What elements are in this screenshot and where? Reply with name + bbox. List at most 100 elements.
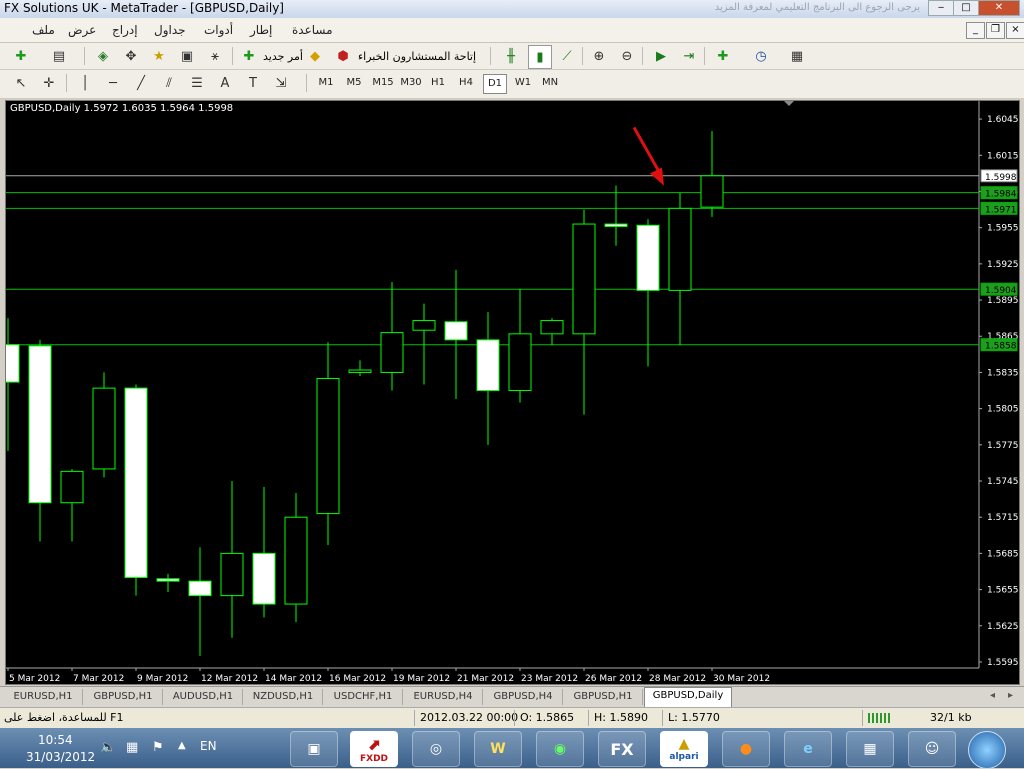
mdi-minimize-button[interactable]: _ [966, 22, 985, 39]
period-h4-button[interactable]: H4 [454, 74, 478, 92]
price-tick-label: 1.5835 [987, 368, 1019, 378]
candlestick-icon[interactable]: ▮ [528, 45, 552, 69]
new-order-icon[interactable]: ✚ [238, 45, 260, 67]
vertical-line-icon[interactable]: │ [74, 72, 96, 94]
period-m30-button[interactable]: M30 [398, 74, 424, 92]
tab-audusd-h1[interactable]: AUDUSD,H1 [164, 689, 243, 705]
start-button[interactable] [968, 731, 1006, 769]
fxdd-logo-icon: ⬈ [367, 734, 381, 754]
fxdd-app-button[interactable]: ⬈ FXDD [350, 731, 398, 767]
auto-scroll-icon[interactable]: ▶ [650, 45, 672, 67]
mdi-restore-button[interactable]: ❐ [986, 22, 1005, 39]
tab-nzdusd-h1[interactable]: NZDUSD,H1 [244, 689, 323, 705]
templates-icon[interactable]: ▦ [786, 45, 808, 67]
strategy-tester-icon[interactable]: ⚹ [204, 45, 226, 67]
users-icon[interactable]: ☺ [908, 731, 956, 767]
periods-icon[interactable]: ◷ [750, 45, 772, 67]
tab-gbpusd-h4[interactable]: GBPUSD,H4 [484, 689, 563, 705]
sync-app-icon[interactable]: ◎ [412, 731, 460, 767]
menu-view[interactable]: عرض [68, 23, 96, 37]
alpari-app-button[interactable]: ▲ alpari [660, 731, 708, 767]
market-watch-icon[interactable]: ◈ [92, 45, 114, 67]
file-explorer-icon[interactable]: ▣ [290, 731, 338, 767]
alpari-label: alpari [669, 752, 699, 762]
menu-bar: ملف عرض إدراج جداول أدوات إطار مساعدة _ … [0, 18, 1024, 43]
show-hidden-icons-icon[interactable]: ▲ [178, 740, 186, 751]
clock-date[interactable]: 31/03/2012 [26, 750, 95, 764]
tab-gbpusd-h1-2[interactable]: GBPUSD,H1 [564, 689, 643, 705]
minimize-button[interactable]: ‒ [928, 0, 954, 16]
fx-app-button[interactable]: FX [598, 731, 646, 767]
price-tick-label: 1.5595 [987, 658, 1019, 668]
price-tick-label: 1.5745 [987, 477, 1019, 487]
period-w1-button[interactable]: W1 [511, 74, 535, 92]
cursor-icon[interactable]: ↖ [10, 72, 32, 94]
menu-file[interactable]: ملف [32, 23, 55, 37]
close-button[interactable]: ✕ [978, 0, 1020, 16]
period-d1-button[interactable]: D1 [483, 74, 507, 94]
warning-icon[interactable]: ◆ [304, 45, 326, 67]
horizontal-line-icon[interactable]: ─ [102, 72, 124, 94]
equidistant-channel-icon[interactable]: ⫽ [158, 72, 180, 94]
arrows-icon[interactable]: ⇲ [270, 72, 292, 94]
price-tick-label: 1.5775 [987, 441, 1019, 451]
tab-eurusd-h4[interactable]: EURUSD,H4 [404, 689, 483, 705]
line-chart-icon[interactable]: ⟋ [556, 45, 578, 67]
period-m1-button[interactable]: M1 [314, 74, 338, 92]
candle-body [28, 345, 52, 504]
internet-explorer-icon[interactable]: e [784, 731, 832, 767]
standard-toolbar: ✚ ▤ ◈ ✥ ★ ▣ ⚹ ✚ أمر جديد ◆ ⬢ إتاحة المست… [0, 43, 1024, 70]
data-window-icon[interactable]: ★ [148, 45, 170, 67]
zoom-in-icon[interactable]: ⊕ [588, 45, 610, 67]
firefox-icon[interactable]: ● [722, 731, 770, 767]
new-chart-icon[interactable]: ✚ [10, 45, 32, 67]
volume-icon[interactable]: 🔈 [100, 740, 116, 755]
mdi-close-button[interactable]: × [1006, 22, 1024, 39]
tab-usdchf-h1[interactable]: USDCHF,H1 [324, 689, 403, 705]
menu-tools[interactable]: أدوات [204, 23, 233, 37]
network-icon[interactable]: ▦ [126, 740, 138, 755]
time-tick-label: 14 Mar 2012 [265, 674, 322, 684]
price-tick-label: 1.6015 [987, 151, 1019, 161]
globe-app-icon[interactable]: ◉ [536, 731, 584, 767]
clock-time[interactable]: 10:54 [38, 733, 73, 747]
zoom-out-icon[interactable]: ⊖ [616, 45, 638, 67]
fibonacci-icon[interactable]: ☰ [186, 72, 208, 94]
period-h1-button[interactable]: H1 [426, 74, 450, 92]
price-tick-label: 1.5805 [987, 405, 1019, 415]
expert-advisors-icon[interactable]: ⬢ [332, 45, 354, 67]
action-center-icon[interactable]: ⚑ [152, 740, 164, 755]
bar-chart-icon[interactable]: ╫ [500, 45, 522, 67]
menu-help[interactable]: مساعدة [292, 23, 333, 37]
period-m5-button[interactable]: M5 [342, 74, 366, 92]
menu-window[interactable]: إطار [250, 23, 272, 37]
period-mn-button[interactable]: MN [538, 74, 562, 92]
tab-eurusd-h1[interactable]: EURUSD,H1 [4, 689, 83, 705]
tab-gbpusd-h1[interactable]: GBPUSD,H1 [84, 689, 163, 705]
wd-app-icon[interactable]: W [474, 731, 522, 767]
text-icon[interactable]: A [214, 72, 236, 94]
menu-charts[interactable]: جداول [154, 23, 186, 37]
new-order-button[interactable]: أمر جديد [263, 50, 303, 63]
expert-advisors-button[interactable]: إتاحة المستشارون الخبراء [358, 50, 476, 63]
menu-insert[interactable]: إدراج [112, 23, 138, 37]
crosshair-icon[interactable]: ✛ [38, 72, 60, 94]
price-chart[interactable]: GBPUSD,Daily 1.5972 1.6035 1.5964 1.5998… [5, 100, 1020, 685]
period-m15-button[interactable]: M15 [370, 74, 396, 92]
trendline-icon[interactable]: ╱ [130, 72, 152, 94]
navigator-icon[interactable]: ✥ [120, 45, 142, 67]
terminal-icon[interactable]: ▣ [176, 45, 198, 67]
tab-scroll-right-icon[interactable]: ▸ [1008, 690, 1013, 701]
language-indicator[interactable]: EN [200, 739, 217, 753]
candle-body [380, 332, 404, 373]
chart-shift-icon[interactable]: ⇥ [678, 45, 700, 67]
maximize-button[interactable]: □ [953, 0, 979, 16]
candle-body [188, 580, 212, 597]
indicators-icon[interactable]: ✚ [712, 45, 734, 67]
tab-gbpusd-daily[interactable]: GBPUSD,Daily [644, 687, 732, 708]
text-label-icon[interactable]: T [242, 72, 264, 94]
candle-body [252, 552, 276, 605]
profiles-icon[interactable]: ▤ [48, 45, 70, 67]
calculator-icon[interactable]: ▦ [846, 731, 894, 767]
tab-scroll-left-icon[interactable]: ◂ [990, 690, 995, 701]
